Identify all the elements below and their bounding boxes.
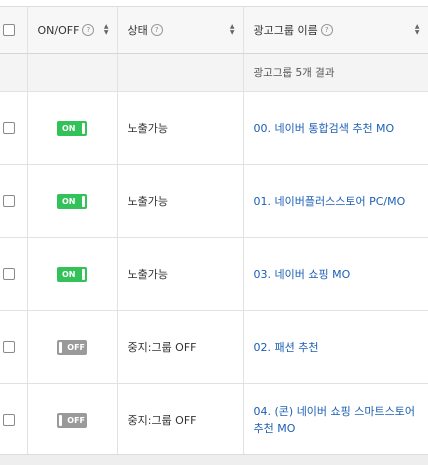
table-row: ON 노출가능 00. 네이버 통합검색 추천 MO bbox=[0, 91, 428, 165]
row-checkbox-cell bbox=[0, 91, 28, 165]
name-cell: 01. 네이버플러스스토어 PC/MO bbox=[243, 164, 428, 238]
toggle-cell: OFF bbox=[27, 383, 118, 457]
status-text: 노출가능 bbox=[117, 237, 244, 311]
header-status[interactable]: 상태 ? ▲ ▼ bbox=[117, 6, 244, 54]
name-cell: 03. 네이버 쇼핑 MO bbox=[243, 237, 428, 311]
name-cell: 02. 패션 추천 bbox=[243, 310, 428, 384]
toggle-knob bbox=[59, 341, 62, 353]
toggle-label: OFF bbox=[67, 415, 85, 425]
select-all-checkbox[interactable] bbox=[3, 24, 15, 36]
table-row: ON 노출가능 03. 네이버 쇼핑 MO bbox=[0, 237, 428, 311]
row-checkbox[interactable] bbox=[3, 195, 15, 207]
header-name-label: 광고그룹 이름 bbox=[253, 24, 318, 37]
row-checkbox-cell bbox=[0, 237, 28, 311]
row-checkbox[interactable] bbox=[3, 414, 15, 426]
summary-empty-cell bbox=[27, 53, 118, 92]
summary-empty-cell bbox=[117, 53, 244, 92]
header-onoff[interactable]: ON/OFF ? ▲ ▼ bbox=[27, 6, 118, 54]
status-text: 중지:그룹 OFF bbox=[117, 383, 244, 457]
sort-icon[interactable]: ▲ ▼ bbox=[415, 24, 420, 36]
toggle-label: ON bbox=[62, 123, 76, 133]
toggle-label: ON bbox=[62, 196, 76, 206]
table-header-row: ON/OFF ? ▲ ▼ 상태 ? ▲ ▼ 광고그룹 이름 ? ▲ ▼ bbox=[0, 6, 428, 54]
help-circle-icon[interactable]: ? bbox=[320, 24, 333, 36]
help-circle-icon[interactable]: ? bbox=[150, 24, 163, 36]
table-row: ON 노출가능 01. 네이버플러스스토어 PC/MO bbox=[0, 164, 428, 238]
summary-text: 광고그룹 5개 결과 bbox=[243, 53, 428, 92]
on-off-toggle[interactable]: OFF bbox=[57, 412, 87, 428]
table-row: OFF 중지:그룹 OFF 04. (콘) 네이버 쇼핑 스마트스토어 추천 M… bbox=[0, 383, 428, 457]
toggle-cell: ON bbox=[27, 237, 118, 311]
toggle-knob bbox=[82, 195, 85, 207]
horizontal-scrollbar[interactable] bbox=[0, 454, 428, 465]
row-checkbox-cell bbox=[0, 164, 28, 238]
status-text: 노출가능 bbox=[117, 164, 244, 238]
row-checkbox[interactable] bbox=[3, 341, 15, 353]
ad-group-name-link[interactable]: 03. 네이버 쇼핑 MO bbox=[254, 268, 351, 281]
toggle-label: ON bbox=[62, 269, 76, 279]
ad-group-name-link[interactable]: 01. 네이버플러스스토어 PC/MO bbox=[254, 195, 406, 208]
toggle-cell: ON bbox=[27, 91, 118, 165]
row-checkbox-cell bbox=[0, 383, 28, 457]
on-off-toggle[interactable]: ON bbox=[57, 266, 87, 282]
status-text: 중지:그룹 OFF bbox=[117, 310, 244, 384]
summary-row: 광고그룹 5개 결과 bbox=[0, 53, 428, 92]
header-onoff-label: ON/OFF bbox=[37, 23, 80, 37]
toggle-label: OFF bbox=[67, 342, 85, 352]
sort-icon[interactable]: ▲ ▼ bbox=[104, 24, 109, 36]
toggle-cell: OFF bbox=[27, 310, 118, 384]
status-text: 노출가능 bbox=[117, 91, 244, 165]
on-off-toggle[interactable]: OFF bbox=[57, 339, 87, 355]
on-off-toggle[interactable]: ON bbox=[57, 193, 87, 209]
table-row: OFF 중지:그룹 OFF 02. 패션 추천 bbox=[0, 310, 428, 384]
header-select-all-cell bbox=[0, 6, 28, 54]
sort-icon[interactable]: ▲ ▼ bbox=[230, 24, 235, 36]
row-checkbox-cell bbox=[0, 310, 28, 384]
toggle-knob bbox=[82, 268, 85, 280]
row-checkbox[interactable] bbox=[3, 122, 15, 134]
ad-group-table: ON/OFF ? ▲ ▼ 상태 ? ▲ ▼ 광고그룹 이름 ? ▲ ▼ 광고그룹… bbox=[0, 6, 428, 457]
toggle-knob bbox=[82, 122, 85, 134]
ad-group-name-link[interactable]: 04. (콘) 네이버 쇼핑 스마트스토어 추천 MO bbox=[254, 405, 416, 435]
name-cell: 00. 네이버 통합검색 추천 MO bbox=[243, 91, 428, 165]
ad-group-name-link[interactable]: 02. 패션 추천 bbox=[254, 341, 319, 354]
header-name[interactable]: 광고그룹 이름 ? ▲ ▼ bbox=[243, 6, 428, 54]
on-off-toggle[interactable]: ON bbox=[57, 120, 87, 136]
toggle-cell: ON bbox=[27, 164, 118, 238]
toggle-knob bbox=[59, 414, 62, 426]
ad-group-name-link[interactable]: 00. 네이버 통합검색 추천 MO bbox=[254, 122, 395, 135]
header-status-label: 상태 bbox=[127, 24, 148, 37]
help-circle-icon[interactable]: ? bbox=[82, 24, 95, 36]
name-cell: 04. (콘) 네이버 쇼핑 스마트스토어 추천 MO bbox=[243, 383, 428, 457]
row-checkbox[interactable] bbox=[3, 268, 15, 280]
summary-empty-cell bbox=[0, 53, 28, 92]
